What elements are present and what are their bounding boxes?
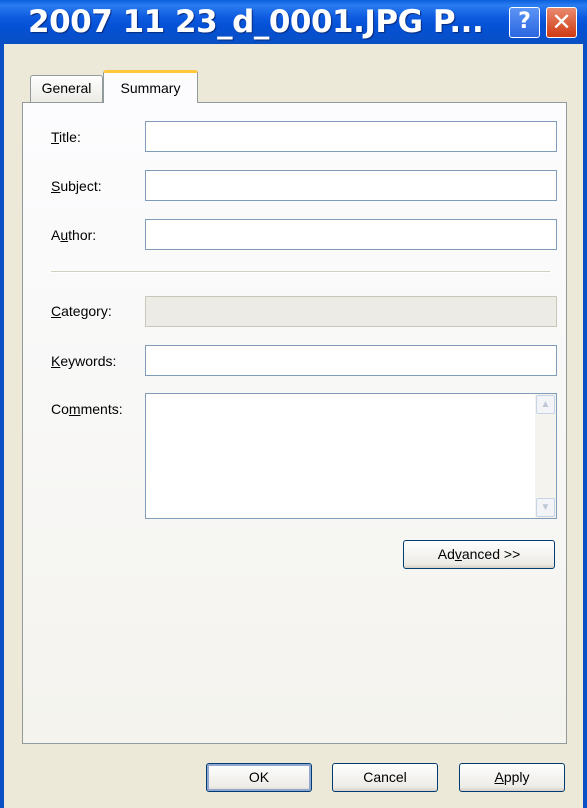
author-field[interactable] [145, 219, 557, 250]
comments-label: Comments: [51, 401, 123, 417]
separator [51, 271, 550, 273]
author-label: Author: [51, 227, 97, 243]
close-button[interactable]: ✕ [546, 7, 577, 38]
category-label: Category: [51, 303, 112, 319]
tab-general[interactable]: General [30, 75, 103, 102]
comments-scrollbar[interactable]: ▲ ▼ [535, 394, 556, 518]
title-field[interactable] [145, 121, 557, 152]
close-icon: ✕ [551, 8, 572, 36]
window-frame-left [0, 44, 4, 808]
title-label: Title: [51, 129, 81, 145]
subject-field[interactable] [145, 170, 557, 201]
window-title: 2007 11 23_d_0001.JPG P... [28, 4, 484, 40]
scroll-down-icon[interactable]: ▼ [536, 498, 555, 517]
subject-label: Subject: [51, 178, 102, 194]
properties-dialog: 2007 11 23_d_0001.JPG P... ? ✕ General S… [0, 0, 587, 808]
keywords-field[interactable] [145, 345, 557, 376]
help-button[interactable]: ? [509, 7, 540, 38]
tab-summary[interactable]: Summary [103, 70, 198, 103]
question-mark-icon: ? [518, 9, 531, 34]
comments-textarea[interactable]: ▲ ▼ [145, 393, 557, 519]
scroll-up-icon[interactable]: ▲ [536, 395, 555, 414]
cancel-button[interactable]: Cancel [332, 763, 438, 792]
title-bar[interactable]: 2007 11 23_d_0001.JPG P... ? ✕ [0, 0, 587, 44]
keywords-label: Keywords: [51, 353, 117, 369]
apply-button[interactable]: Apply [459, 763, 565, 792]
ok-button[interactable]: OK [206, 763, 312, 792]
advanced-button[interactable]: Advanced >> [403, 540, 555, 569]
window-frame-right [583, 44, 587, 808]
category-field [145, 296, 557, 327]
